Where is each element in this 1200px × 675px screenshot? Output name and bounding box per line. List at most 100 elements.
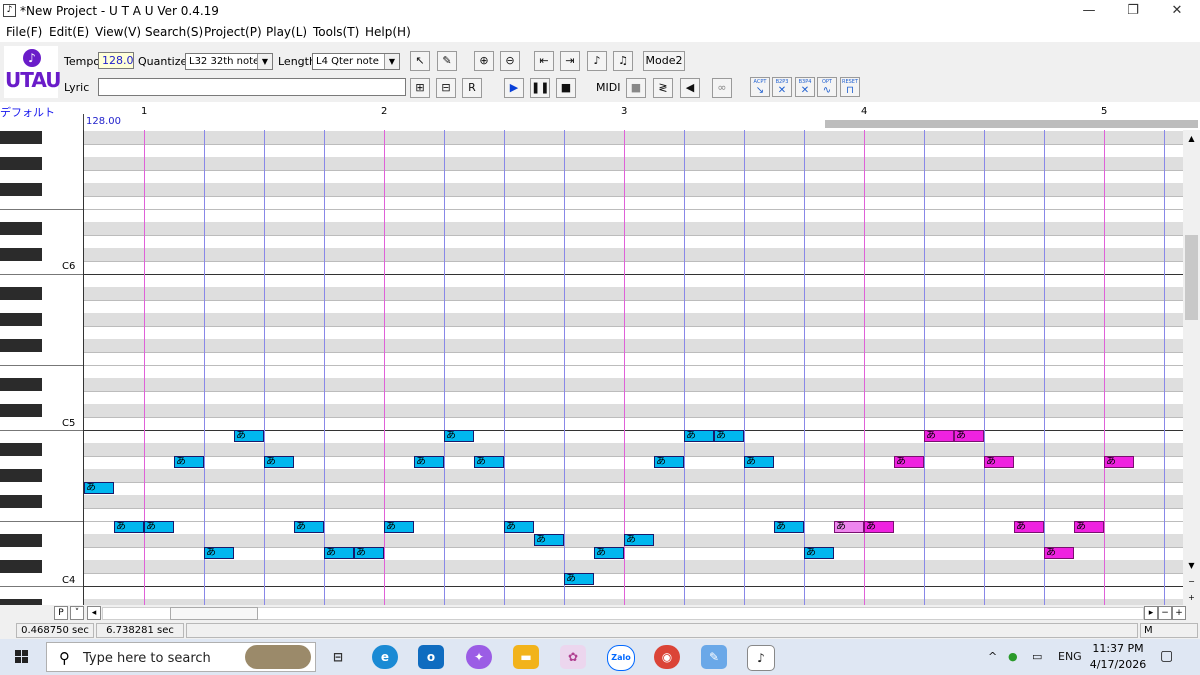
outlook-icon[interactable]: o bbox=[418, 645, 444, 669]
black-key[interactable] bbox=[0, 339, 42, 352]
pause-button[interactable]: ❚❚ bbox=[530, 78, 550, 98]
note-block[interactable]: あ bbox=[1074, 521, 1104, 533]
scroll-left-button[interactable]: ◂ bbox=[87, 606, 101, 620]
scroll-up-icon[interactable]: ▲ bbox=[1185, 132, 1198, 145]
note-split-button[interactable]: ♪ bbox=[587, 51, 607, 71]
select-pointer-button[interactable]: ↖ bbox=[410, 51, 430, 71]
piano-roll-grid[interactable]: あああああああああああああああああああああああああああああああああああ bbox=[83, 130, 1183, 605]
note-block[interactable]: あ bbox=[564, 573, 594, 585]
note-block[interactable]: あ bbox=[504, 521, 534, 533]
battery-icon[interactable]: ▭ bbox=[1032, 650, 1042, 663]
metronome-button[interactable]: ∞ bbox=[712, 78, 732, 98]
taskbar-search-box[interactable]: ⚲ Type here to search bbox=[46, 642, 316, 672]
windows-start-icon[interactable] bbox=[15, 650, 29, 664]
pencil-tool-button[interactable]: ✎ bbox=[437, 51, 457, 71]
midi-loop-button[interactable]: ≷ bbox=[653, 78, 673, 98]
jump-start-button[interactable]: ⇤ bbox=[534, 51, 554, 71]
menu-edit[interactable]: Edit(E) bbox=[49, 25, 89, 39]
note-block[interactable]: あ bbox=[114, 521, 144, 533]
black-key[interactable] bbox=[0, 183, 42, 196]
tray-app-icon[interactable]: ● bbox=[1008, 650, 1018, 663]
fx-b2p3-button[interactable]: B2P3 ✕ bbox=[772, 77, 792, 97]
menu-view[interactable]: View(V) bbox=[95, 25, 141, 39]
timeline-ruler[interactable]: デフォルト 128.00 1 2 3 4 5 bbox=[0, 102, 1200, 130]
notification-icon[interactable]: ▢ bbox=[1160, 648, 1173, 664]
tempo-input[interactable]: 128.0 bbox=[98, 52, 134, 69]
length-select[interactable]: L4 Qter note ▼ bbox=[312, 53, 400, 70]
zoom-plus-icon[interactable]: + bbox=[1185, 591, 1198, 604]
taskbar-clock[interactable]: 11:37 PM 4/17/2026 bbox=[1088, 641, 1148, 673]
black-key[interactable] bbox=[0, 378, 42, 391]
note-block[interactable]: あ bbox=[954, 430, 984, 442]
paint-icon[interactable]: ✎ bbox=[701, 645, 727, 669]
copilot-icon[interactable]: ✦ bbox=[466, 645, 492, 669]
rest-button[interactable]: R bbox=[462, 78, 482, 98]
speaker-button[interactable]: ◀ bbox=[680, 78, 700, 98]
note-block[interactable]: あ bbox=[534, 534, 564, 546]
note-block[interactable]: あ bbox=[714, 430, 744, 442]
menu-play[interactable]: Play(L) bbox=[266, 25, 307, 39]
restore-button[interactable]: ❐ bbox=[1110, 0, 1156, 22]
note-block[interactable]: あ bbox=[324, 547, 354, 559]
tempo-marker[interactable]: 128.00 bbox=[86, 116, 121, 127]
piano-keyboard[interactable]: C6 C5 C4 bbox=[0, 130, 83, 605]
note-block[interactable]: あ bbox=[984, 456, 1014, 468]
zalo-icon[interactable]: Zalo bbox=[607, 645, 635, 671]
note-block[interactable]: あ bbox=[234, 430, 264, 442]
menu-file[interactable]: File(F) bbox=[6, 25, 42, 39]
note-block[interactable]: あ bbox=[174, 456, 204, 468]
black-key[interactable] bbox=[0, 560, 42, 573]
note-block[interactable]: あ bbox=[204, 547, 234, 559]
scroll-right-button[interactable]: ▸ bbox=[1144, 606, 1158, 620]
note-block[interactable]: あ bbox=[624, 534, 654, 546]
minimize-button[interactable]: — bbox=[1066, 0, 1112, 22]
black-key[interactable] bbox=[0, 534, 42, 547]
black-key[interactable] bbox=[0, 157, 42, 170]
note-block[interactable]: あ bbox=[264, 456, 294, 468]
vertical-scroll-thumb[interactable] bbox=[1185, 235, 1198, 320]
quantize-select[interactable]: L32 32th note ▼ bbox=[185, 53, 273, 70]
note-block[interactable]: あ bbox=[414, 456, 444, 468]
menu-tools[interactable]: Tools(T) bbox=[313, 25, 359, 39]
black-key[interactable] bbox=[0, 404, 42, 417]
note-block[interactable]: あ bbox=[354, 547, 384, 559]
stop-button[interactable]: ■ bbox=[556, 78, 576, 98]
scroll-down-icon[interactable]: ▼ bbox=[1185, 559, 1198, 572]
task-view-icon[interactable]: ⊟ bbox=[325, 645, 351, 669]
part-menu-button[interactable]: ˅ bbox=[70, 606, 84, 620]
voicebank-name[interactable]: デフォルト bbox=[0, 104, 55, 120]
lyric-input[interactable] bbox=[98, 78, 406, 96]
black-key[interactable] bbox=[0, 443, 42, 456]
zoom-minus-icon[interactable]: − bbox=[1185, 575, 1198, 588]
note-block[interactable]: あ bbox=[834, 521, 864, 533]
note-block[interactable]: あ bbox=[144, 521, 174, 533]
fx-b3p4-button[interactable]: B3P4 ✕ bbox=[795, 77, 815, 97]
note-block[interactable]: あ bbox=[384, 521, 414, 533]
fx-acpt-button[interactable]: ACPT ↘ bbox=[750, 77, 770, 97]
note-block[interactable]: あ bbox=[894, 456, 924, 468]
note-block[interactable]: あ bbox=[294, 521, 324, 533]
black-key[interactable] bbox=[0, 313, 42, 326]
note-block[interactable]: あ bbox=[1104, 456, 1134, 468]
note-block[interactable]: あ bbox=[774, 521, 804, 533]
black-key[interactable] bbox=[0, 131, 42, 144]
chevron-up-icon[interactable]: ^ bbox=[988, 650, 997, 663]
insert-note-button[interactable]: ⊞ bbox=[410, 78, 430, 98]
black-key[interactable] bbox=[0, 495, 42, 508]
note-block[interactable]: あ bbox=[444, 430, 474, 442]
record-button[interactable]: ■ bbox=[626, 78, 646, 98]
menu-project[interactable]: Project(P) bbox=[204, 25, 262, 39]
note-block[interactable]: あ bbox=[804, 547, 834, 559]
play-button[interactable]: ▶ bbox=[504, 78, 524, 98]
black-key[interactable] bbox=[0, 469, 42, 482]
note-block[interactable]: あ bbox=[864, 521, 894, 533]
fx-opt-button[interactable]: OPT ∿ bbox=[817, 77, 837, 97]
note-join-button[interactable]: ♫ bbox=[613, 51, 633, 71]
language-indicator[interactable]: ENG bbox=[1058, 650, 1082, 663]
close-button[interactable]: ✕ bbox=[1154, 0, 1200, 22]
note-block[interactable]: あ bbox=[744, 456, 774, 468]
menu-help[interactable]: Help(H) bbox=[365, 25, 411, 39]
note-block[interactable]: あ bbox=[654, 456, 684, 468]
part-button[interactable]: P bbox=[54, 606, 68, 620]
vertical-scrollbar[interactable]: ▲ ▼ − + bbox=[1184, 130, 1199, 605]
